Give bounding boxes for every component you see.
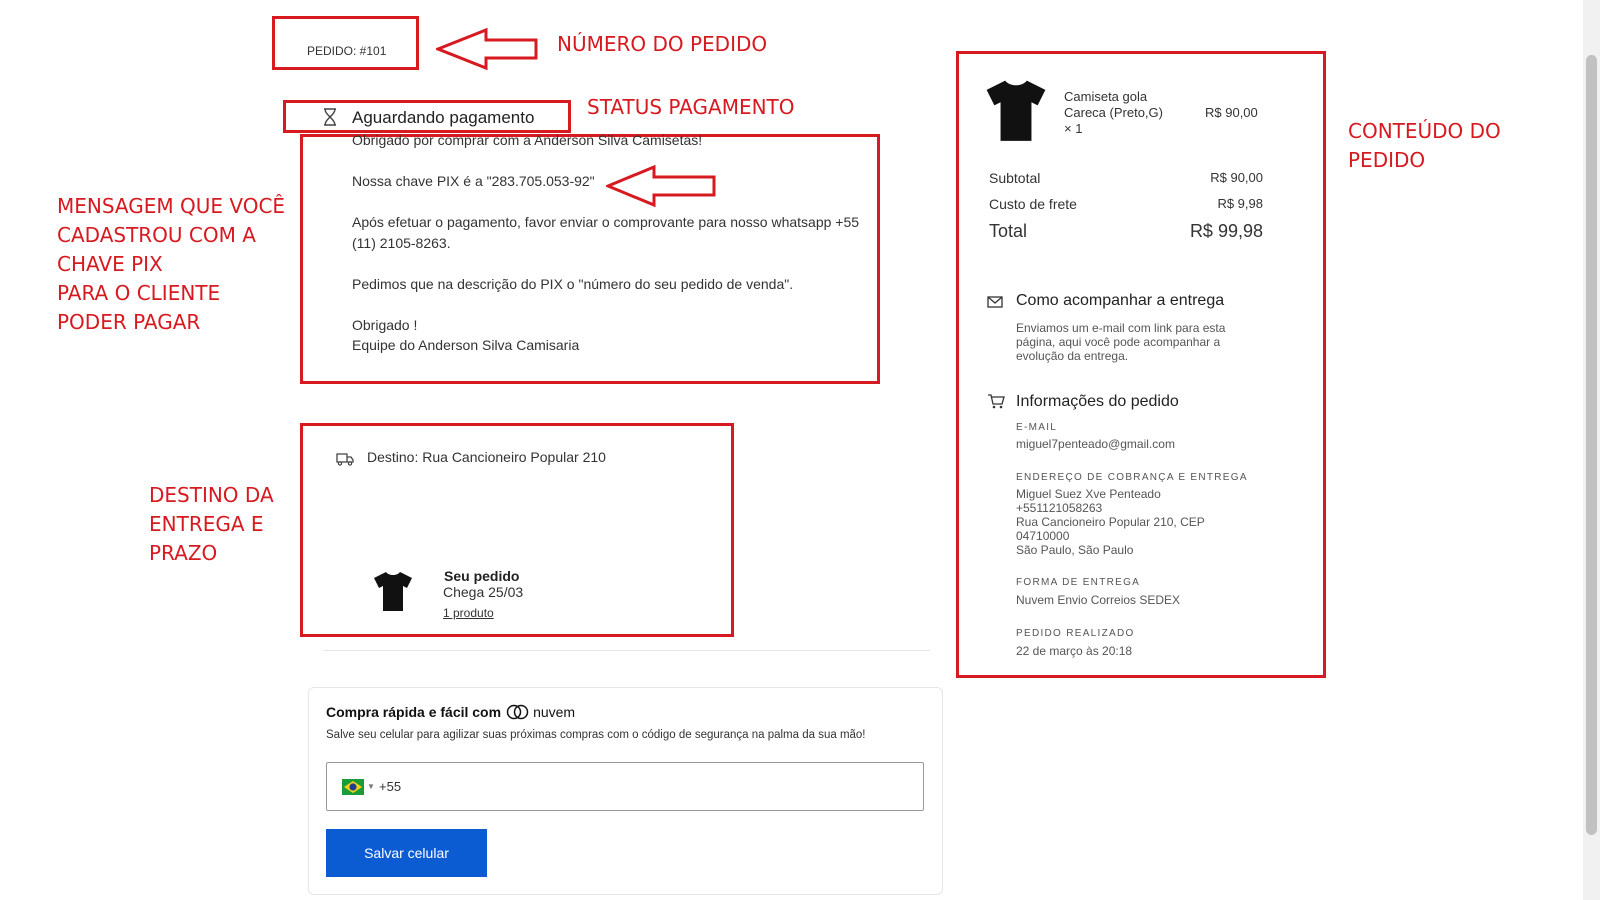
nuvem-brand: nuvem <box>533 704 576 720</box>
message-line-thanks-2: Obrigado ! <box>352 316 418 333</box>
address-name: Miguel Suez Xve Penteado <box>1016 487 1161 501</box>
address-street: Rua Cancioneiro Popular 210, CEP 0471000… <box>1016 515 1205 543</box>
delivery-title: Seu pedido <box>444 568 520 584</box>
arrow-order-number <box>436 27 538 71</box>
address-city: São Paulo, São Paulo <box>1016 543 1134 557</box>
subtotal-label: Subtotal <box>989 170 1041 186</box>
shipping-row: Custo de frete R$ 9,98 <box>989 196 1263 212</box>
placed-label: PEDIDO REALIZADO <box>1016 628 1135 639</box>
phone-country-code: +55 <box>379 779 402 794</box>
mail-icon <box>987 295 1003 313</box>
tracking-text: Enviamos um e-mail com link para esta pá… <box>1016 321 1226 363</box>
total-value: R$ 99,98 <box>1189 221 1263 241</box>
shipping-method-value: Nuvem Envio Correios SEDEX <box>1016 593 1181 607</box>
message-line-thanks: Obrigado por comprar com a Anderson Silv… <box>352 134 703 148</box>
cart-icon <box>987 393 1005 414</box>
product-name: Camiseta gola Careca (Preto,G) <box>1064 89 1163 120</box>
scrollbar-thumb[interactable] <box>1586 55 1597 835</box>
total-label: Total <box>989 221 1028 241</box>
phone-field[interactable]: ▼ +55 <box>326 762 924 811</box>
nuvem-title-text: Compra rápida e fácil com <box>326 704 502 720</box>
order-number: PEDIDO: #101 <box>307 44 387 58</box>
email-value: miguel7penteado@gmail.com <box>1016 437 1175 451</box>
product-quantity: × 1 <box>1064 121 1083 136</box>
address-block: Miguel Suez Xve Penteado +551121058263 R… <box>1016 487 1241 557</box>
shipping-label: Custo de frete <box>989 196 1077 212</box>
annotation-payment-status: STATUS PAGAMENTO <box>587 95 795 119</box>
tshirt-icon <box>982 76 1050 149</box>
brazil-flag-icon[interactable] <box>342 779 364 800</box>
order-info-title: Informações do pedido <box>1016 393 1179 410</box>
shipping-value: R$ 9,98 <box>1217 196 1263 211</box>
message-line-description: Pedimos que na descrição do PIX o "númer… <box>352 275 794 292</box>
address-label: ENDEREÇO DE COBRANÇA E ENTREGA <box>1016 472 1248 483</box>
annotation-message: MENSAGEM QUE VOCÊ CADASTROU COM A CHAVE … <box>57 194 286 334</box>
annotation-order-number: NÚMERO DO PEDIDO <box>557 32 768 56</box>
products-link[interactable]: 1 produto <box>443 606 494 620</box>
order-number-highlight <box>272 16 419 70</box>
nuvem-logo-icon <box>506 704 530 720</box>
placed-value: 22 de março às 20:18 <box>1016 644 1133 658</box>
message-line-signature: Equipe do Anderson Silva Camisaria <box>352 337 580 353</box>
divider <box>323 650 930 651</box>
save-phone-button[interactable]: Salvar celular <box>326 829 487 877</box>
message-line-instructions: Após efetuar o pagamento, favor enviar o… <box>352 214 860 251</box>
tracking-title: Como acompanhar a entrega <box>1016 292 1225 309</box>
product-price: R$ 90,00 <box>1205 105 1258 120</box>
subtotal-row: Subtotal R$ 90,00 <box>989 170 1263 186</box>
annotation-content: CONTEÚDO DO PEDIDO <box>1348 119 1501 172</box>
nuvem-title: Compra rápida e fácil com nuvem <box>326 704 575 720</box>
payment-status: Aguardando pagamento <box>352 108 535 127</box>
nuvem-subtitle: Salve seu celular para agilizar suas pró… <box>326 729 866 741</box>
shipping-method-label: FORMA DE ENTREGA <box>1016 577 1141 588</box>
arrow-pix-key <box>606 164 716 208</box>
subtotal-value: R$ 90,00 <box>1210 170 1263 185</box>
delivery-eta: Chega 25/03 <box>443 584 524 600</box>
total-row: Total R$ 99,98 <box>989 221 1263 242</box>
phone-input[interactable] <box>417 771 907 803</box>
truck-icon <box>336 452 354 471</box>
delivery-destination: Destino: Rua Cancioneiro Popular 210 <box>367 449 606 465</box>
email-label: E-MAIL <box>1016 422 1058 433</box>
tshirt-icon <box>372 569 414 618</box>
address-phone: +551121058263 <box>1016 501 1103 515</box>
annotation-destination: DESTINO DA ENTREGA E PRAZO <box>149 483 274 565</box>
hourglass-icon <box>322 108 338 131</box>
chevron-down-icon[interactable]: ▼ <box>367 782 375 791</box>
